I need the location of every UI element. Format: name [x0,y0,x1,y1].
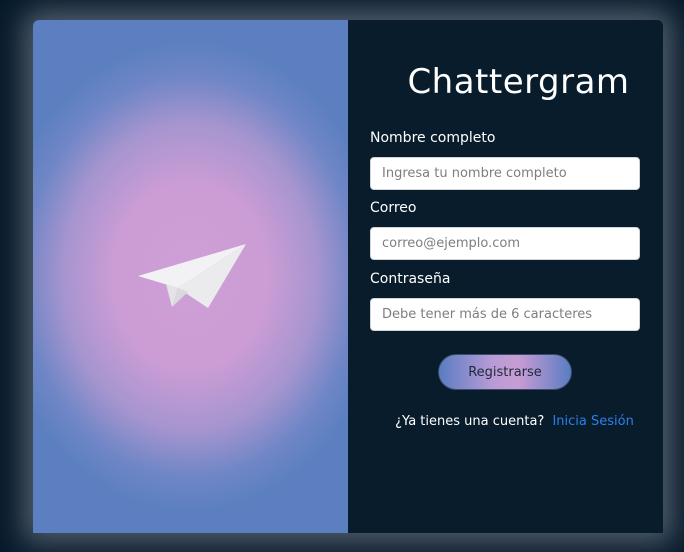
signup-card: Chattergram Nombre completo Correo Contr… [33,20,663,533]
password-input[interactable] [370,298,640,331]
login-question: ¿Ya tienes una cuenta? [395,414,545,429]
login-prompt: ¿Ya tienes una cuenta? Inicia Sesión [348,414,663,429]
email-label: Correo [370,200,417,216]
password-label: Contraseña [370,271,451,287]
brand-panel [33,20,348,533]
full-name-input[interactable] [370,157,640,190]
register-button[interactable]: Registrarse [438,354,572,390]
email-input[interactable] [370,227,640,260]
app-title: Chattergram [407,62,630,102]
login-link[interactable]: Inicia Sesión [552,414,633,429]
page-background: Chattergram Nombre completo Correo Contr… [0,0,684,552]
paper-plane-icon [138,244,246,308]
name-label: Nombre completo [370,130,496,146]
signup-form-panel: Chattergram Nombre completo Correo Contr… [348,20,663,533]
